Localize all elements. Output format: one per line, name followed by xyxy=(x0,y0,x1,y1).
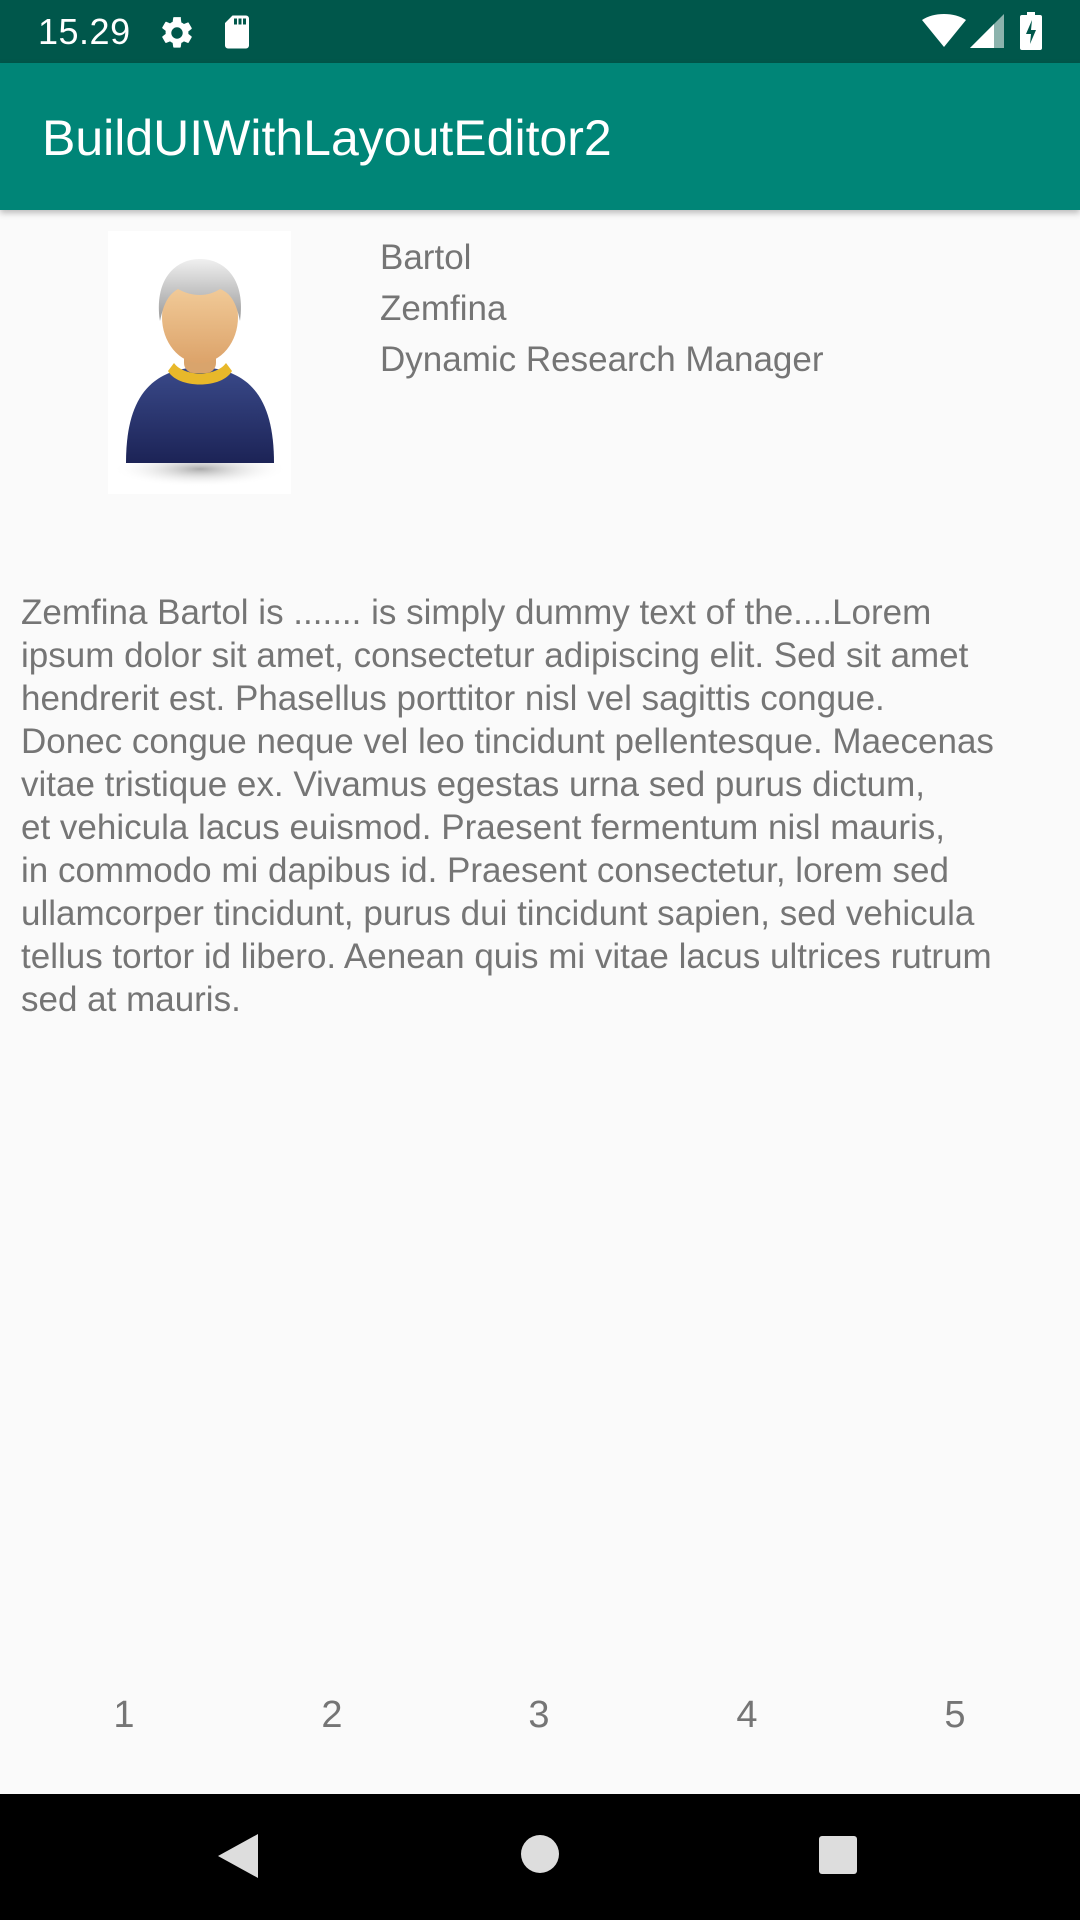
app-screen: 15.29 BuildUIWithLayoutEditor2 Bartol Ze… xyxy=(0,0,1080,1920)
app-bar: BuildUIWithLayoutEditor2 xyxy=(0,63,1080,210)
wifi-icon xyxy=(922,14,966,47)
number-button-5[interactable]: 5 xyxy=(915,1690,995,1740)
bio-text: Zemfina Bartol is ....... is simply dumm… xyxy=(21,593,994,1019)
recent-apps-icon[interactable] xyxy=(817,1834,859,1876)
signal-icon xyxy=(970,14,1004,48)
app-title: BuildUIWithLayoutEditor2 xyxy=(42,110,612,166)
gear-icon xyxy=(162,17,192,48)
number-row: 1 2 3 4 5 xyxy=(0,1690,1080,1750)
home-icon[interactable] xyxy=(518,1832,562,1876)
number-button-1[interactable]: 1 xyxy=(84,1690,164,1740)
status-bar: 15.29 xyxy=(0,0,1080,63)
navigation-bar xyxy=(0,1794,1080,1920)
number-button-2[interactable]: 2 xyxy=(292,1690,372,1740)
sd-card-icon xyxy=(225,15,249,49)
job-title-text: Dynamic Research Manager xyxy=(380,340,824,379)
person-avatar-icon xyxy=(108,231,291,494)
battery-charging-icon xyxy=(1020,12,1042,50)
back-icon[interactable] xyxy=(214,1830,260,1882)
last-name-text: Zemfina xyxy=(380,289,507,328)
first-name-text: Bartol xyxy=(380,238,472,277)
status-time: 15.29 xyxy=(38,11,131,52)
number-button-3[interactable]: 3 xyxy=(499,1690,579,1740)
number-button-4[interactable]: 4 xyxy=(707,1690,787,1740)
